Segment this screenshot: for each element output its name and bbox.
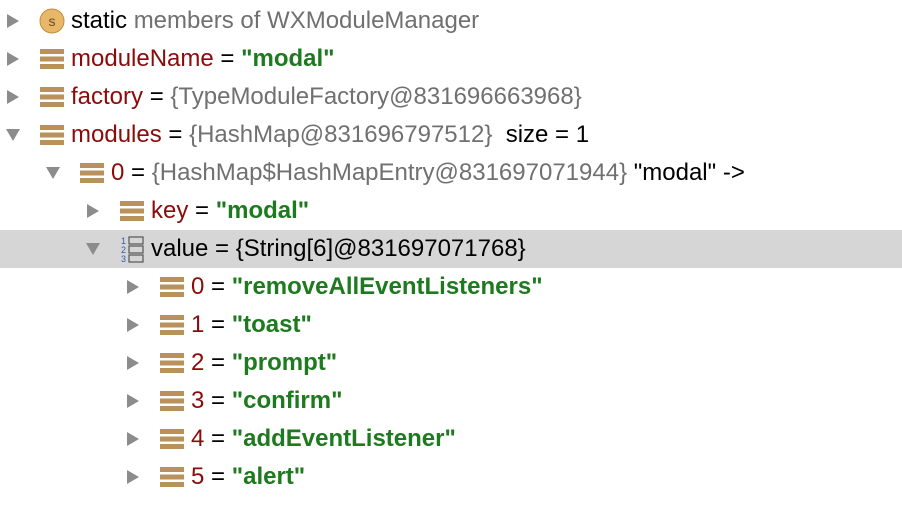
array-index: 1: [191, 311, 205, 338]
field-icon: [79, 160, 105, 186]
tree-row-value[interactable]: 1 2 3 value = {String[6]@831697071768}: [0, 230, 902, 268]
collapse-arrow-icon[interactable]: [40, 154, 66, 192]
string-value: "alert": [231, 463, 306, 490]
tree-row-array-item[interactable]: 4 = "addEventListener": [0, 420, 902, 458]
field-icon: [159, 350, 185, 376]
svg-text:s: s: [49, 13, 56, 29]
equals-sign: =: [195, 197, 210, 224]
expand-arrow-icon[interactable]: [120, 268, 146, 306]
equals-sign: =: [168, 121, 183, 148]
collapse-arrow-icon[interactable]: [80, 230, 106, 268]
equals-sign: =: [131, 159, 146, 186]
tree-row-array-item[interactable]: 3 = "confirm": [0, 382, 902, 420]
string-value: "addEventListener": [231, 425, 456, 452]
array-index: 4: [191, 425, 205, 452]
expand-arrow-icon[interactable]: [120, 420, 146, 458]
object-reference: {HashMap@831696797512}: [189, 121, 493, 148]
expand-arrow-icon[interactable]: [0, 2, 26, 40]
object-reference: {String[6]@831697071768}: [235, 235, 526, 262]
object-reference: {HashMap$HashMapEntry@831697071944}: [151, 159, 628, 186]
equals-sign: =: [211, 463, 226, 490]
static-class-icon: s: [39, 8, 65, 34]
array-index: 2: [191, 349, 205, 376]
equals-sign: =: [149, 83, 164, 110]
debugger-variables-tree: s static members of WXModuleManager modu…: [0, 0, 902, 512]
field-icon: [119, 198, 145, 224]
field-icon: [159, 464, 185, 490]
expand-arrow-icon[interactable]: [120, 382, 146, 420]
tree-row-key[interactable]: key = "modal": [0, 192, 902, 230]
field-icon: [39, 122, 65, 148]
expand-arrow-icon[interactable]: [120, 344, 146, 382]
field-icon: [159, 274, 185, 300]
field-icon: [159, 388, 185, 414]
variable-name: factory: [71, 83, 144, 110]
string-value: "modal": [215, 197, 310, 224]
static-label: static: [71, 7, 128, 34]
expand-arrow-icon[interactable]: [0, 40, 26, 78]
equals-sign: =: [211, 425, 226, 452]
equals-sign: =: [211, 349, 226, 376]
object-reference: {TypeModuleFactory@831696663968}: [170, 83, 582, 110]
field-icon: [39, 46, 65, 72]
tree-row-factory[interactable]: factory = {TypeModuleFactory@83169666396…: [0, 78, 902, 116]
string-value: "confirm": [231, 387, 343, 414]
expand-arrow-icon[interactable]: [120, 458, 146, 496]
expand-arrow-icon[interactable]: [120, 306, 146, 344]
entry-index: 0: [111, 159, 125, 186]
tree-row-entry-0[interactable]: 0 = {HashMap$HashMapEntry@831697071944} …: [0, 154, 902, 192]
tree-row-array-item[interactable]: 5 = "alert": [0, 458, 902, 496]
equals-sign: =: [215, 235, 230, 262]
entry-summary: "modal" ->: [633, 159, 745, 186]
field-icon: [159, 312, 185, 338]
array-index: 3: [191, 387, 205, 414]
array-index: 5: [191, 463, 205, 490]
static-members-text: members of WXModuleManager: [133, 7, 480, 34]
size-label: size = 1: [505, 121, 590, 148]
tree-row-modules[interactable]: modules = {HashMap@831696797512} size = …: [0, 116, 902, 154]
field-icon: [39, 84, 65, 110]
equals-sign: =: [211, 273, 226, 300]
string-value: "modal": [241, 45, 335, 72]
variable-name: value: [151, 235, 209, 262]
expand-arrow-icon[interactable]: [0, 78, 26, 116]
string-value: "prompt": [231, 349, 338, 376]
tree-row-array-item[interactable]: 1 = "toast": [0, 306, 902, 344]
svg-text:3: 3: [121, 254, 126, 263]
expand-arrow-icon[interactable]: [80, 192, 106, 230]
tree-row-static-members[interactable]: s static members of WXModuleManager: [0, 2, 902, 40]
array-icon: 1 2 3: [119, 236, 145, 263]
tree-row-array-item[interactable]: 2 = "prompt": [0, 344, 902, 382]
tree-row-array-item[interactable]: 0 = "removeAllEventListeners": [0, 268, 902, 306]
variable-name: moduleName: [71, 45, 214, 72]
string-value: "toast": [231, 311, 312, 338]
array-index: 0: [191, 273, 205, 300]
equals-sign: =: [211, 311, 226, 338]
field-icon: [159, 426, 185, 452]
tree-row-moduleName[interactable]: moduleName = "modal": [0, 40, 902, 78]
variable-name: key: [151, 197, 189, 224]
string-value: "removeAllEventListeners": [231, 273, 543, 300]
collapse-arrow-icon[interactable]: [0, 116, 26, 154]
equals-sign: =: [220, 45, 235, 72]
variable-name: modules: [71, 121, 162, 148]
equals-sign: =: [211, 387, 226, 414]
